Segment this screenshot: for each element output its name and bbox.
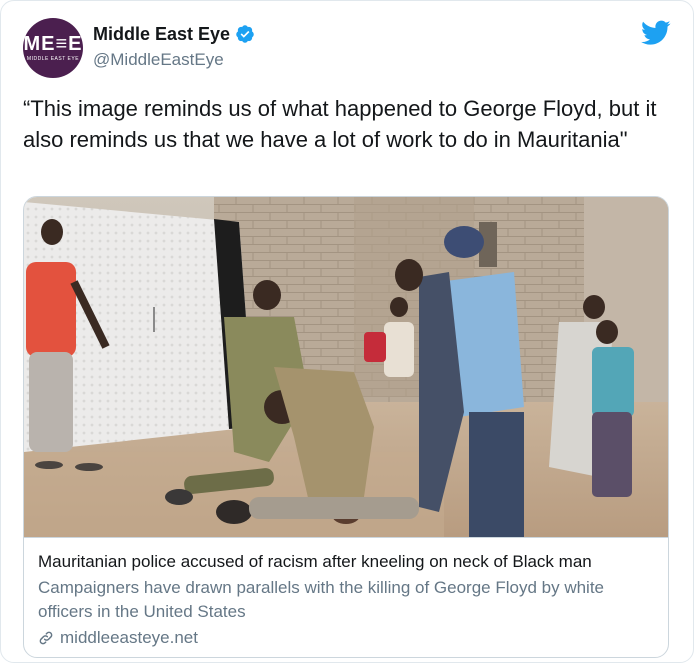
avatar-logo-text: ME≡E [23,33,83,55]
card-title[interactable]: Mauritanian police accused of racism aft… [38,551,658,573]
card-image[interactable] [24,197,668,537]
avatar[interactable]: ME≡E MIDDLE EAST EYE [23,18,83,78]
display-name[interactable]: Middle East Eye [93,23,230,45]
avatar-logo-subtext: MIDDLE EAST EYE [26,56,80,62]
link-icon [39,631,53,645]
card-description: Campaigners have drawn parallels with th… [38,578,605,621]
verified-badge-icon [236,25,254,43]
user-handle[interactable]: @MiddleEastEye [93,50,224,70]
card-divider [24,537,668,538]
street-photo-illustration [24,197,668,537]
card-link[interactable]: middleeasteye.net [38,627,198,649]
card-domain[interactable]: middleeasteye.net [60,627,198,649]
display-name-row[interactable]: Middle East Eye [93,23,255,45]
tweet-text: “This image reminds us of what happened … [23,96,657,152]
tweet-container: ME≡E MIDDLE EAST EYE Middle East Eye @Mi… [0,0,694,663]
twitter-bird-icon[interactable] [641,20,671,46]
link-card[interactable]: Mauritanian police accused of racism aft… [23,196,669,658]
